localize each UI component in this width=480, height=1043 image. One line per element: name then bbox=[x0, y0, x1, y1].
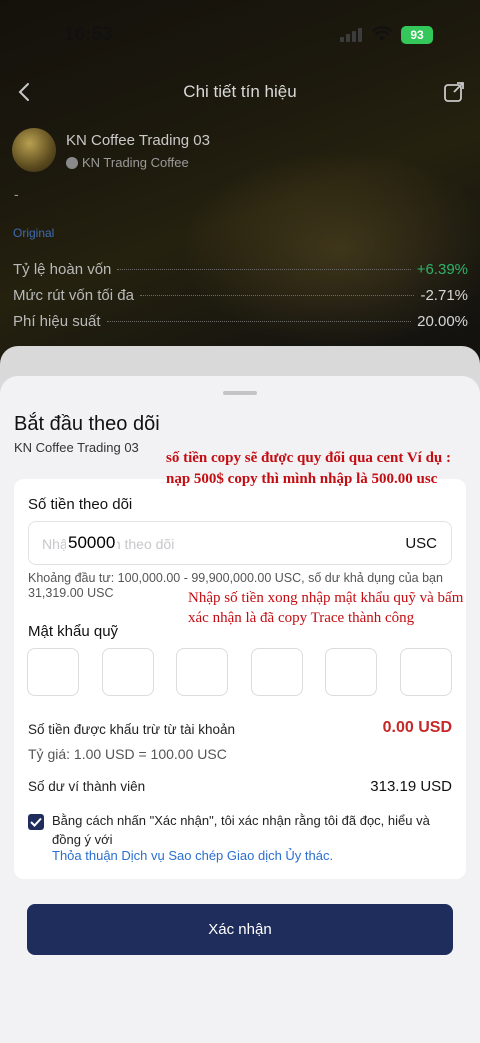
wallet-balance-label: Số dư ví thành viên bbox=[28, 779, 146, 794]
stat-leader bbox=[139, 294, 415, 296]
pin-box-3[interactable] bbox=[176, 648, 228, 696]
pin-box-2[interactable] bbox=[102, 648, 154, 696]
pin-box-1[interactable] bbox=[27, 648, 79, 696]
agreement-link[interactable]: Thỏa thuận Dịch vụ Sao chép Giao dịch Ủy… bbox=[52, 848, 333, 863]
share-icon[interactable] bbox=[443, 81, 465, 103]
stat-label: Mức rút vốn tối đa bbox=[13, 286, 134, 304]
pin-box-5[interactable] bbox=[325, 648, 377, 696]
deduct-label: Số tiền được khấu trừ từ tài khoản bbox=[28, 722, 236, 737]
annotation-instructions: Nhập số tiền xong nhập mật khẩu quỹ và b… bbox=[188, 590, 464, 626]
sheet-subtitle: KN Coffee Trading 03 bbox=[14, 440, 139, 455]
stat-performance-fee: Phí hiệu suất 20.00% bbox=[13, 310, 468, 332]
signal-author: KN Trading Coffee bbox=[66, 155, 189, 170]
agreement-text: Bằng cách nhấn "Xác nhận", tôi xác nhận … bbox=[52, 813, 430, 847]
battery-icon: 93 bbox=[401, 26, 433, 44]
wallet-balance-value: 313.19 USD bbox=[370, 778, 452, 795]
signal-name: KN Coffee Trading 03 bbox=[66, 132, 210, 149]
status-bar: 16:53 93 bbox=[0, 18, 480, 52]
original-tag: Original bbox=[13, 226, 55, 240]
signal-avatar bbox=[12, 128, 56, 172]
user-icon bbox=[66, 156, 78, 169]
checkmark-icon bbox=[30, 817, 42, 827]
stat-return-rate: Tỷ lệ hoàn vốn +6.39% bbox=[13, 258, 468, 280]
signal-detail-screen: 16:53 93 Chi tiết tín hiệu KN Coffee Tra… bbox=[0, 0, 480, 380]
page-title: Chi tiết tín hiệu bbox=[183, 82, 297, 101]
stat-label: Phí hiệu suất bbox=[13, 312, 101, 330]
amount-input[interactable]: Nhập số tiền theo dõi 50000 USC bbox=[28, 521, 452, 565]
sheet-title: Bắt đầu theo dõi bbox=[14, 413, 160, 435]
pin-box-6[interactable] bbox=[400, 648, 452, 696]
follow-form-card: Số tiền theo dõi Nhập số tiền theo dõi 5… bbox=[14, 479, 466, 879]
fund-password-label: Mật khẩu quỹ bbox=[28, 623, 119, 640]
annotation-cent-conversion: số tiền copy sẽ được quy đổi qua cent Ví… bbox=[166, 450, 451, 487]
stat-value: 20.00% bbox=[417, 312, 468, 330]
stat-max-drawdown: Mức rút vốn tối đa -2.71% bbox=[13, 284, 468, 306]
amount-label: Số tiền theo dõi bbox=[28, 496, 133, 513]
nav-bar: Chi tiết tín hiệu bbox=[0, 78, 480, 108]
amount-value: 50000 bbox=[66, 533, 118, 553]
amount-unit: USC bbox=[405, 535, 437, 552]
agree-checkbox[interactable] bbox=[28, 814, 44, 830]
stat-label: Tỷ lệ hoàn vốn bbox=[13, 260, 112, 278]
stat-value: -2.71% bbox=[420, 286, 468, 304]
sheet-drag-handle[interactable] bbox=[223, 391, 257, 395]
wifi-icon bbox=[372, 26, 392, 41]
stat-leader bbox=[106, 320, 412, 322]
signal-author-name: KN Trading Coffee bbox=[82, 155, 189, 170]
confirm-button[interactable]: Xác nhận bbox=[27, 904, 453, 955]
signal-description: - bbox=[14, 186, 19, 202]
deduct-value: 0.00 USD bbox=[382, 719, 452, 736]
stat-value: +6.39% bbox=[416, 260, 468, 278]
stat-leader bbox=[117, 268, 411, 270]
status-time: 16:53 bbox=[64, 24, 113, 45]
pin-box-4[interactable] bbox=[251, 648, 303, 696]
cellular-signal-icon bbox=[340, 28, 362, 42]
exchange-rate: Tỷ giá: 1.00 USD = 100.00 USC bbox=[28, 746, 227, 762]
